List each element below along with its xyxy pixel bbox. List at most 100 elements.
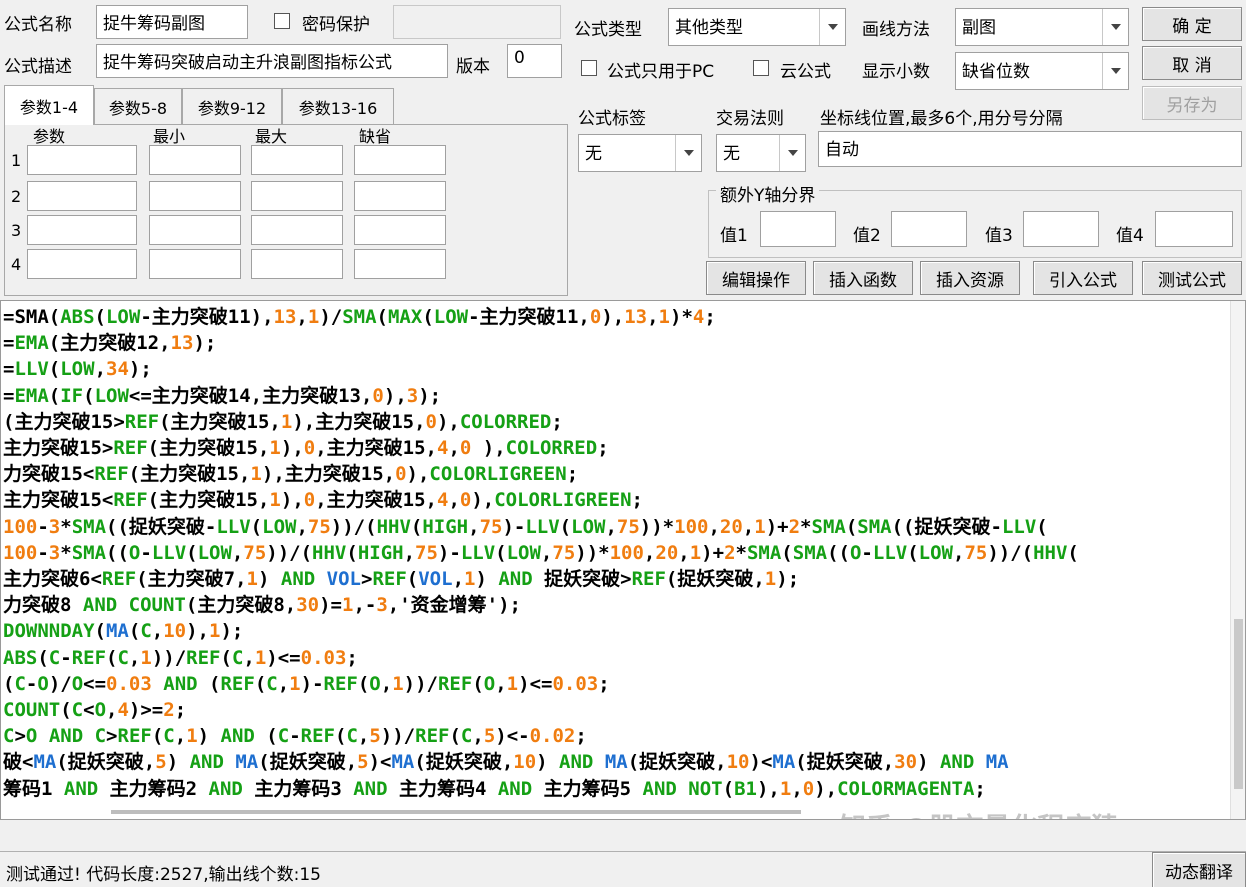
param-3-name[interactable] [27, 215, 137, 245]
tag-label: 公式标签 [578, 109, 646, 129]
val2-input[interactable] [891, 211, 967, 247]
code-line: 主力突破15<REF(主力突破15,1),0,主力突破15,4,0),COLOR… [3, 489, 643, 512]
param-3-default[interactable] [354, 215, 446, 245]
insert-function-button[interactable]: 插入函数 [813, 261, 913, 295]
draw-method-label: 画线方法 [862, 20, 930, 40]
param-2-default[interactable] [354, 181, 446, 211]
axis-input[interactable]: 自动 [818, 131, 1242, 167]
param-4-default[interactable] [354, 249, 446, 279]
version-label: 版本 [456, 57, 490, 77]
chevron-down-icon [1102, 9, 1128, 45]
decimal-value: 缺省位数 [962, 62, 1030, 82]
code-line: 破<MA(捉妖突破,5) AND MA(捉妖突破,5)<MA(捉妖突破,10) … [3, 751, 1009, 774]
rule-label: 交易法则 [716, 109, 784, 129]
cloud-checkbox[interactable] [753, 60, 769, 76]
param-1-min[interactable] [149, 145, 241, 175]
code-line: =EMA(IF(LOW<=主力突破14,主力突破13,0),3); [3, 384, 442, 407]
import-formula-button[interactable]: 引入公式 [1033, 261, 1133, 295]
code-line: 筹码1 AND 主力筹码2 AND 主力筹码3 AND 主力筹码4 AND 主力… [3, 777, 986, 800]
tab-params-9-12[interactable]: 参数9-12 [182, 88, 282, 124]
pc-only-checkbox[interactable] [581, 60, 597, 76]
code-line: 力突破15<REF(主力突破15,1),主力突破15,0),COLORLIGRE… [3, 463, 579, 486]
val1-label: 值1 [720, 226, 748, 246]
draw-method-select[interactable]: 副图 [955, 8, 1129, 46]
draw-method-value: 副图 [962, 18, 996, 38]
code-line: 100-3*SMA((O-LLV(LOW,75))/(HHV(HIGH,75)-… [3, 541, 1079, 564]
tab-label: 参数9-12 [197, 98, 267, 118]
code-line: 主力突破6<REF(主力突破7,1) AND VOL>REF(VOL,1) AN… [3, 568, 800, 590]
code-editor[interactable]: =SMA(ABS(LOW-主力突破11),13,1)/SMA(MAX(LOW-主… [0, 300, 1246, 820]
val3-label: 值3 [985, 226, 1013, 246]
tab-params-13-16[interactable]: 参数13-16 [282, 88, 394, 124]
code-line: =LLV(LOW,34); [3, 358, 152, 381]
param-2-max[interactable] [251, 181, 343, 211]
pc-only-label: 公式只用于PC [607, 62, 715, 82]
axis-label: 坐标线位置,最多6个,用分号分隔 [820, 109, 1063, 129]
param-row-index: 3 [11, 221, 22, 240]
param-2-min[interactable] [149, 181, 241, 211]
tab-label: 参数13-16 [298, 98, 378, 118]
param-4-max[interactable] [251, 249, 343, 279]
formula-type-label: 公式类型 [574, 20, 642, 40]
ok-button[interactable]: 确 定 [1142, 7, 1242, 41]
param-1-max[interactable] [251, 145, 343, 175]
insert-resource-button[interactable]: 插入资源 [920, 261, 1020, 295]
param-row-index: 1 [11, 151, 22, 170]
param-1-default[interactable] [354, 145, 446, 175]
decimal-label: 显示小数 [862, 62, 930, 82]
edit-ops-button[interactable]: 编辑操作 [706, 261, 806, 295]
watermark: 知乎 @股市量化程序猿 [839, 806, 1118, 819]
val4-input[interactable] [1155, 211, 1233, 247]
version-input[interactable]: 0 [507, 44, 562, 78]
chevron-down-icon [1102, 53, 1128, 89]
cancel-button[interactable]: 取 消 [1142, 46, 1242, 80]
code-line: =EMA(主力突破12,13); [3, 332, 217, 355]
val4-label: 值4 [1116, 226, 1144, 246]
param-2-name[interactable] [27, 181, 137, 211]
val2-label: 值2 [853, 226, 881, 246]
test-formula-button[interactable]: 测试公式 [1142, 261, 1242, 295]
tab-params-1-4[interactable]: 参数1-4 [4, 85, 94, 125]
formula-name-label: 公式名称 [4, 15, 72, 35]
formula-type-value: 其他类型 [675, 18, 743, 38]
chevron-down-icon [779, 135, 805, 171]
param-row-index: 4 [11, 255, 22, 274]
status-bar: 测试通过! 代码长度:2527,输出线个数:15 动态翻译 [0, 851, 1246, 887]
code-line: ABS(C-REF(C,1))/REF(C,1)<=0.03; [3, 646, 358, 669]
param-4-name[interactable] [27, 249, 137, 279]
vertical-scrollbar[interactable] [1230, 301, 1245, 819]
formula-desc-input[interactable]: 捉牛筹码突破启动主升浪副图指标公式 [96, 44, 448, 78]
code-line: =SMA(ABS(LOW-主力突破11),13,1)/SMA(MAX(LOW-主… [3, 306, 716, 328]
formula-type-select[interactable]: 其他类型 [668, 8, 846, 46]
param-header-default: 缺省 [359, 127, 392, 146]
rule-value: 无 [723, 144, 740, 164]
chevron-down-icon [675, 135, 701, 171]
dynamic-translate-button[interactable]: 动态翻译 [1152, 852, 1246, 887]
save-as-button[interactable]: 另存为 [1142, 86, 1242, 120]
decimal-select[interactable]: 缺省位数 [955, 52, 1129, 90]
param-header-max: 最大 [255, 127, 288, 146]
param-1-name[interactable] [27, 145, 137, 175]
param-3-min[interactable] [149, 215, 241, 245]
val1-input[interactable] [760, 211, 836, 247]
tag-select[interactable]: 无 [578, 134, 702, 172]
password-input[interactable] [393, 5, 561, 39]
param-3-max[interactable] [251, 215, 343, 245]
code-line: COUNT(C<O,4)>=2; [3, 699, 187, 721]
extra-y-label: 额外Y轴分界 [716, 181, 820, 206]
formula-name-input[interactable]: 捉牛筹码副图 [96, 5, 248, 39]
code-line: 100-3*SMA((捉妖突破-LLV(LOW,75))/(HHV(HIGH,7… [3, 515, 1048, 538]
horizontal-scroll-thumb[interactable] [111, 810, 801, 814]
param-header-min: 最小 [153, 127, 186, 146]
vertical-scroll-thumb[interactable] [1234, 619, 1243, 789]
param-row-index: 2 [11, 187, 22, 206]
tab-label: 参数1-4 [19, 97, 79, 117]
password-label: 密码保护 [302, 15, 370, 35]
code-line: DOWNNDAY(MA(C,10),1); [3, 620, 244, 643]
code-line: C>O AND C>REF(C,1) AND (C-REF(C,5))/REF(… [3, 725, 587, 748]
val3-input[interactable] [1023, 211, 1099, 247]
rule-select[interactable]: 无 [716, 134, 806, 172]
tab-params-5-8[interactable]: 参数5-8 [94, 88, 182, 124]
password-checkbox[interactable] [274, 13, 290, 29]
param-4-min[interactable] [149, 249, 241, 279]
